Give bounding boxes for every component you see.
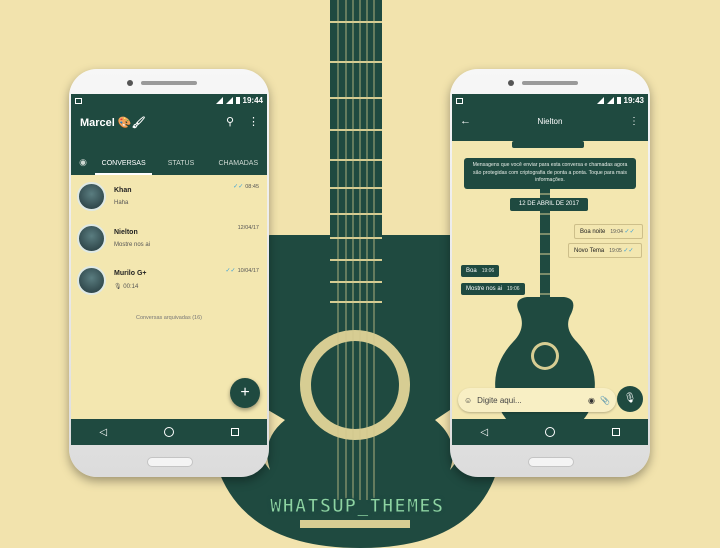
chat-preview: Haha <box>114 199 129 206</box>
nav-recents-icon[interactable] <box>611 428 620 436</box>
chat-time: ✓✓ 08:45 <box>233 184 259 190</box>
mic-small-icon: 🎙 <box>114 284 122 290</box>
message-input[interactable]: Digite aqui... <box>477 396 583 405</box>
encryption-notice[interactable]: Mensagens que você enviar para esta conv… <box>464 158 636 189</box>
avatar <box>77 223 106 253</box>
battery-icon <box>235 97 240 104</box>
chat-preview: Mostre nos ai <box>114 241 151 248</box>
emoji-icon[interactable]: ☺ <box>464 396 472 405</box>
more-icon[interactable]: ⋮ <box>248 115 259 128</box>
read-ticks-icon: ✓✓ <box>621 248 634 254</box>
message-input-bar[interactable]: ☺ Digite aqui... ◉ 📎 <box>458 388 616 412</box>
contact-name[interactable]: Nielton <box>452 117 648 126</box>
nav-back-icon[interactable]: ◁ <box>99 427 107 438</box>
camera-icon[interactable]: ◉ <box>588 396 595 405</box>
chat-row-murilo[interactable]: Murilo G+ 🎙 00:14 ✓✓ 10/04/17 <box>71 259 267 301</box>
nav-bar: ◁ <box>71 419 267 445</box>
conversation-header: ← Nielton ⋮ <box>452 107 648 141</box>
top-chip <box>512 141 584 148</box>
avatar <box>77 181 106 211</box>
nav-home-icon[interactable] <box>544 427 555 437</box>
mic-icon: 🎙 <box>623 393 637 404</box>
more-icon[interactable]: ⋮ <box>629 116 639 127</box>
archived-link[interactable]: Conversas arquivadas (16) <box>71 315 267 321</box>
wifi-icon <box>215 97 223 104</box>
read-ticks-icon: ✓✓ <box>622 229 635 235</box>
new-chat-button[interactable]: + <box>230 378 260 408</box>
nav-home-icon[interactable] <box>163 427 174 437</box>
read-ticks-icon: ✓✓ <box>225 268 236 274</box>
date-chip: 12 DE ABRIL DE 2017 <box>510 198 588 211</box>
chat-row-khan[interactable]: Khan Haha ✓✓ 08:45 <box>71 175 267 217</box>
attach-icon[interactable]: 📎 <box>600 396 610 405</box>
image-notification-icon <box>75 97 82 104</box>
message-bubble-in[interactable]: Boa 19:06 <box>461 265 500 277</box>
tab-chamadas[interactable]: CHAMADAS <box>210 150 267 175</box>
front-camera <box>127 80 133 86</box>
search-icon[interactable]: ⚲ <box>226 115 234 128</box>
conversation-screen: 19:43 ← Nielton ⋮ Mensagens que você env… <box>452 94 648 445</box>
nav-back-icon[interactable]: ◁ <box>480 427 488 438</box>
nav-bar: ◁ <box>452 419 648 445</box>
left-phone: 19:44 Marcel 🎨🖌 ⚲ ⋮ ◉ CONVERSAS STATUS C… <box>69 69 269 477</box>
chat-preview: 🎙 00:14 <box>114 284 139 290</box>
tab-status[interactable]: STATUS <box>152 150 209 175</box>
app-bar: Marcel 🎨🖌 ⚲ ⋮ <box>71 107 267 150</box>
app-title: Marcel 🎨🖌 <box>80 117 146 129</box>
speaker-grille <box>522 81 578 85</box>
nav-recents-icon[interactable] <box>230 428 239 436</box>
camera-icon[interactable]: ◉ <box>71 157 95 168</box>
home-button[interactable] <box>147 457 193 467</box>
watermark-text: WHATSUP_THEMES <box>269 495 445 518</box>
front-camera <box>508 80 514 86</box>
message-bubble-out[interactable]: Novo Tema 19:05 ✓✓ <box>568 243 642 258</box>
avatar <box>77 265 106 295</box>
tab-conversas[interactable]: CONVERSAS <box>95 150 153 175</box>
chat-time: ✓✓ 10/04/17 <box>225 268 259 274</box>
tab-bar: ◉ CONVERSAS STATUS CHAMADAS <box>71 150 267 175</box>
home-button[interactable] <box>528 457 574 467</box>
status-time: 19:44 <box>242 96 263 105</box>
chat-list-screen: 19:44 Marcel 🎨🖌 ⚲ ⋮ ◉ CONVERSAS STATUS C… <box>71 94 267 445</box>
message-bubble-out[interactable]: Boa noite 19:04 ✓✓ <box>574 224 643 239</box>
read-ticks-icon: ✓✓ <box>233 184 244 190</box>
right-phone: 19:43 ← Nielton ⋮ Mensagens que você env… <box>450 69 650 477</box>
speaker-grille <box>141 81 197 85</box>
chat-time: 12/04/17 <box>237 225 259 231</box>
mic-button[interactable]: 🎙 <box>617 386 643 412</box>
signal-icon <box>225 97 233 104</box>
message-bubble-in[interactable]: Mostre nos ai 19:06 <box>461 283 525 295</box>
chat-row-nielton[interactable]: Nielton Mostre nos ai 12/04/17 <box>71 217 267 259</box>
status-bar: 19:44 <box>71 94 267 107</box>
